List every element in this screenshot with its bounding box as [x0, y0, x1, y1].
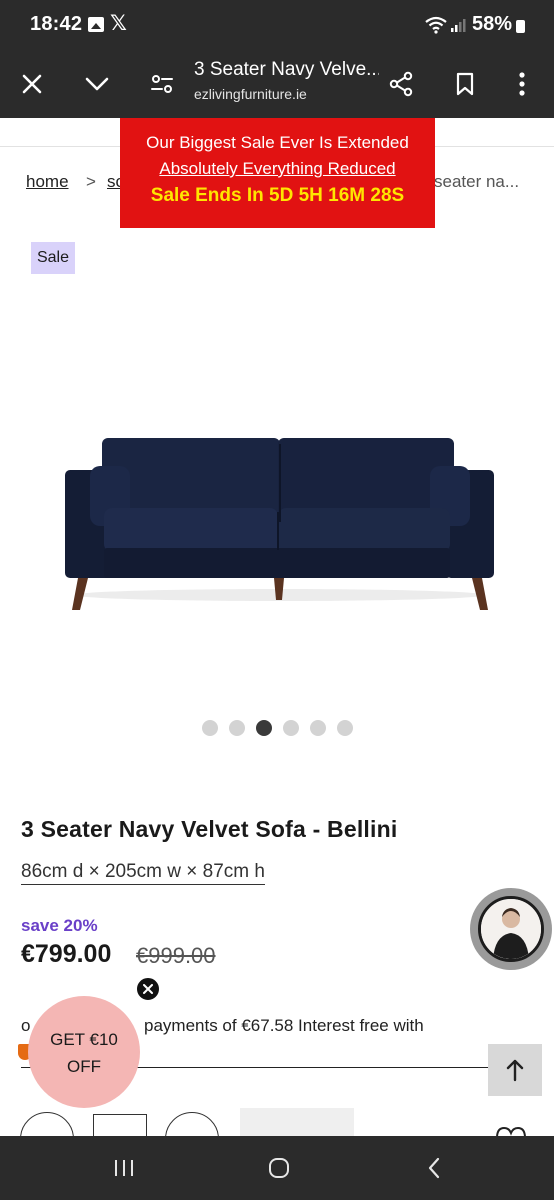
heart-icon[interactable]: [495, 1126, 527, 1136]
product-image-sofa[interactable]: [60, 430, 500, 615]
discount-close-button[interactable]: [135, 976, 161, 1002]
person-icon: [481, 899, 541, 959]
carousel-dot[interactable]: [310, 720, 326, 736]
breadcrumb-separator: >: [86, 172, 96, 191]
back-button[interactable]: [414, 1153, 454, 1183]
discount-bubble-line2: OFF: [67, 1057, 101, 1076]
browser-toolbar: 3 Seater Navy Velve... ezlivingfurniture…: [0, 50, 554, 118]
chat-assistant-button[interactable]: [470, 888, 552, 970]
carousel-dot[interactable]: [283, 720, 299, 736]
recents-icon: [115, 1160, 133, 1176]
avatar: [478, 896, 544, 962]
back-icon: [428, 1157, 440, 1179]
more-options-button[interactable]: [500, 62, 544, 106]
quantity-decrease-button[interactable]: [20, 1112, 74, 1136]
system-navigation-bar: [0, 1136, 554, 1200]
status-bar: 18:42 𝕏 58%: [0, 0, 554, 50]
battery-icon: [516, 20, 525, 33]
status-time: 18:42: [30, 13, 83, 35]
recents-button[interactable]: [104, 1153, 144, 1183]
sale-badge: Sale: [31, 242, 75, 274]
bookmark-icon: [456, 72, 474, 96]
page-title-block[interactable]: 3 Seater Navy Velve... ezlivingfurniture…: [194, 58, 379, 104]
image-carousel-dots: [202, 720, 353, 736]
add-to-cart-button[interactable]: [240, 1108, 354, 1136]
more-vert-icon: [519, 72, 525, 96]
signal-icon: [451, 19, 466, 32]
quantity-row: [0, 1106, 554, 1136]
battery-percent: 58%: [472, 13, 513, 35]
product-title: 3 Seater Navy Velvet Sofa - Bellini: [21, 816, 398, 842]
carousel-dot-active[interactable]: [256, 720, 272, 736]
quantity-increase-button[interactable]: [165, 1112, 219, 1136]
original-price: €999.00: [136, 943, 216, 968]
quantity-input[interactable]: [93, 1114, 147, 1136]
close-button[interactable]: [10, 62, 54, 106]
x-notification-icon: 𝕏: [110, 12, 127, 35]
close-icon: [22, 74, 42, 94]
bookmark-button[interactable]: [443, 62, 487, 106]
minimize-button[interactable]: [75, 62, 119, 106]
product-dimensions-link[interactable]: 86cm d × 205cm w × 87cm h: [21, 860, 265, 885]
discount-bubble-line1: GET €10: [50, 1030, 118, 1049]
share-button[interactable]: [379, 62, 423, 106]
promo-subline-link[interactable]: Absolutely Everything Reduced: [120, 158, 435, 180]
carousel-dot[interactable]: [337, 720, 353, 736]
home-button[interactable]: [259, 1153, 299, 1183]
gallery-notification-icon: [88, 17, 104, 32]
product-page: home > so seater na... Our Biggest Sale …: [0, 118, 554, 1136]
sale-countdown: Sale Ends In 5D 5H 16M 28S: [150, 185, 405, 206]
save-percentage: save 20%: [21, 916, 98, 935]
wifi-icon: [425, 16, 447, 34]
back-to-top-button[interactable]: [488, 1044, 542, 1096]
breadcrumb-home-link[interactable]: home: [26, 172, 69, 192]
discount-popup-bubble[interactable]: GET €10 OFF: [28, 996, 140, 1108]
chevron-down-icon: [85, 77, 109, 91]
share-icon: [389, 71, 413, 97]
sale-countdown-banner[interactable]: Our Biggest Sale Ever Is Extended Absolu…: [120, 118, 435, 228]
breadcrumb-current: seater na...: [434, 172, 520, 191]
page-title: 3 Seater Navy Velve...: [194, 59, 379, 80]
current-price: €799.00: [21, 940, 112, 968]
carousel-dot[interactable]: [202, 720, 218, 736]
page-url: ezlivingfurniture.ie: [194, 86, 307, 102]
home-icon: [269, 1158, 289, 1178]
carousel-dot[interactable]: [229, 720, 245, 736]
promo-headline: Our Biggest Sale Ever Is Extended: [146, 133, 409, 152]
tune-icon: [151, 75, 173, 93]
close-icon: [143, 984, 153, 994]
installments-text: payments of €67.58 Interest free with: [144, 1016, 424, 1035]
site-settings-button[interactable]: [140, 62, 184, 106]
arrow-up-icon: [506, 1059, 524, 1082]
